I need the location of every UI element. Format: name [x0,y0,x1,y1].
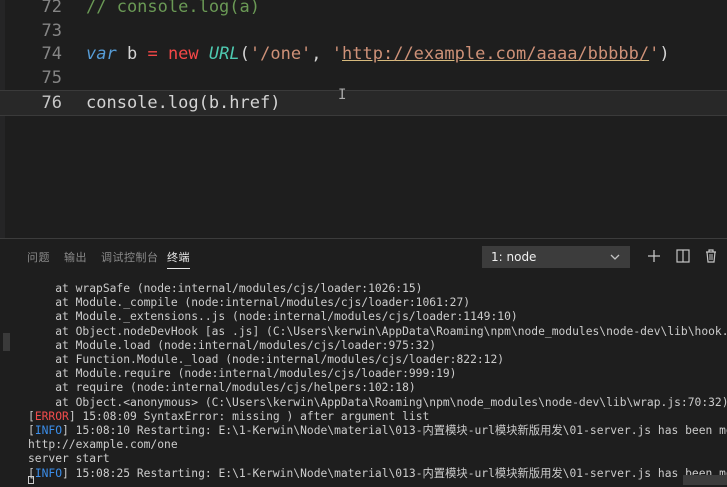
terminal-line: [ERROR] 15:08:09 SyntaxError: missing ) … [28,410,429,424]
terminal-line: server start [28,452,110,466]
code-line[interactable]: 74 var b = new URL('/one', 'http://exampl… [0,42,727,66]
terminal-line: at Object.<anonymous> (C:\Users\kerwin\A… [28,396,727,410]
line-number: 76 [41,93,62,113]
terminal-line-text: 15:08:25 Restarting: E:\1-Kerwin\Node\ma… [68,466,727,480]
terminal-line: at wrapSafe (node:internal/modules/cjs/l… [28,282,422,296]
code-token: = [147,44,158,64]
terminal-line: [INFO] 15:08:25 Restarting: E:\1-Kerwin\… [28,467,727,481]
terminal-line-text: at Module.require (node:internal/modules… [28,367,457,381]
tab-debug-console[interactable]: 调试控制台 [101,249,159,265]
terminal-select[interactable]: 1: node [482,246,630,268]
tag-bracket: ] [62,424,69,437]
terminal-line-text: at wrapSafe (node:internal/modules/cjs/l… [28,282,423,295]
terminal-sash[interactable] [3,333,10,351]
info-tag: INFO [34,466,63,480]
tab-output[interactable]: 输出 [64,249,87,265]
code-token: console.log(b.href) [86,93,281,113]
code-editor[interactable]: 72// console.log(a) 73 74 var b = new URL('… [0,0,727,238]
code-line[interactable]: 76 console.log(b.href) [0,90,727,116]
terminal-line: at Module.load (node:internal/modules/cj… [28,339,436,353]
code-token: ' [649,44,660,64]
terminal-horizontal-scrollbar[interactable] [683,475,727,485]
terminal-line-text: at Object.<anonymous> (C:\Users\kerwin\A… [28,395,727,409]
tag-bracket: ] [68,409,76,423]
terminal-line: [INFO] 15:08:10 Restarting: E:\1-Kerwin\… [28,424,727,438]
tag-bracket: [ [28,409,35,423]
terminal-line-text: at Module._compile (node:internal/module… [28,296,471,310]
split-icon[interactable] [674,247,692,265]
code-token: b [116,44,148,64]
terminal-line: http://example.com/one [28,438,178,452]
terminal-line: at Object.nodeDevHook [as .js] (C:\Users… [28,325,727,339]
panel-tab-bar: 问题 输出 调试控制台 终端 1: node [0,239,727,273]
bottom-panel: 问题 输出 调试控制台 终端 1: node at wrapSafe (node… [0,238,727,487]
info-tag: INFO [34,424,63,437]
tag-bracket: ] [62,466,69,480]
code-token: ( [239,44,250,64]
terminal-line-text: at Module._extensions..js (node:internal… [28,310,518,324]
code-token: http://example.com/aaaa/bbbbb/ [342,44,650,64]
code-line[interactable]: 75 [0,66,727,90]
terminal-line: at Module.require (node:internal/modules… [28,367,456,381]
code-token: '/one' [249,44,312,64]
terminal-line: at Function.Module._load (node:internal/… [28,353,504,367]
terminal-line-text: at Module.load (node:internal/modules/cj… [28,338,437,352]
tag-bracket: [ [28,424,35,437]
code-line[interactable]: 72 // console.log(a) [0,0,727,19]
code-token: ) [659,44,670,64]
tab-terminal[interactable]: 终端 [167,249,190,269]
terminal-line-text: at Object.nodeDevHook [as .js] (C:\Users… [28,324,727,338]
terminal-line-text: server start [28,452,110,466]
terminal-cursor [28,476,34,484]
code-token: ' [331,44,343,64]
terminal-line-text: 15:08:09 SyntaxError: missing ) after ar… [75,409,430,423]
trash-icon[interactable] [702,247,720,265]
terminal-select-value: 1: node [491,250,537,264]
line-number: 74 [41,44,62,64]
line-number: 75 [41,68,62,88]
terminal-line: at Module._extensions..js (node:internal… [28,310,518,324]
terminal-output[interactable]: at wrapSafe (node:internal/modules/cjs/l… [0,279,727,487]
plus-icon[interactable] [645,247,663,265]
terminal-line-text: at Function.Module._load (node:internal/… [28,353,505,366]
terminal-line-text: 15:08:10 Restarting: E:\1-Kerwin\Node\ma… [68,424,727,437]
code-token: // console.log(a) [86,0,260,17]
error-tag: ERROR [34,409,69,423]
code-token: , [311,44,332,64]
mouse-ibeam-cursor: I [338,88,346,102]
code-text: // console.log(a) [86,0,260,19]
code-token: var [86,44,117,64]
terminal-line-text: at require (node:internal/modules/cjs/he… [28,381,416,395]
tab-problems[interactable]: 问题 [27,249,50,265]
terminal-line: at Module._compile (node:internal/module… [28,296,470,310]
chevron-down-icon [609,247,621,270]
code-token: URL [208,44,240,64]
line-number: 72 [41,0,62,17]
line-number: 73 [41,21,62,41]
code-line[interactable]: 73 [0,19,727,43]
code-text: console.log(b.href) [86,91,280,115]
code-token: new [167,44,199,64]
terminal-line-text: http://example.com/one [28,438,178,452]
code-text: var b = new URL('/one', 'http://example.… [86,42,670,66]
terminal-line: at require (node:internal/modules/cjs/he… [28,381,416,395]
